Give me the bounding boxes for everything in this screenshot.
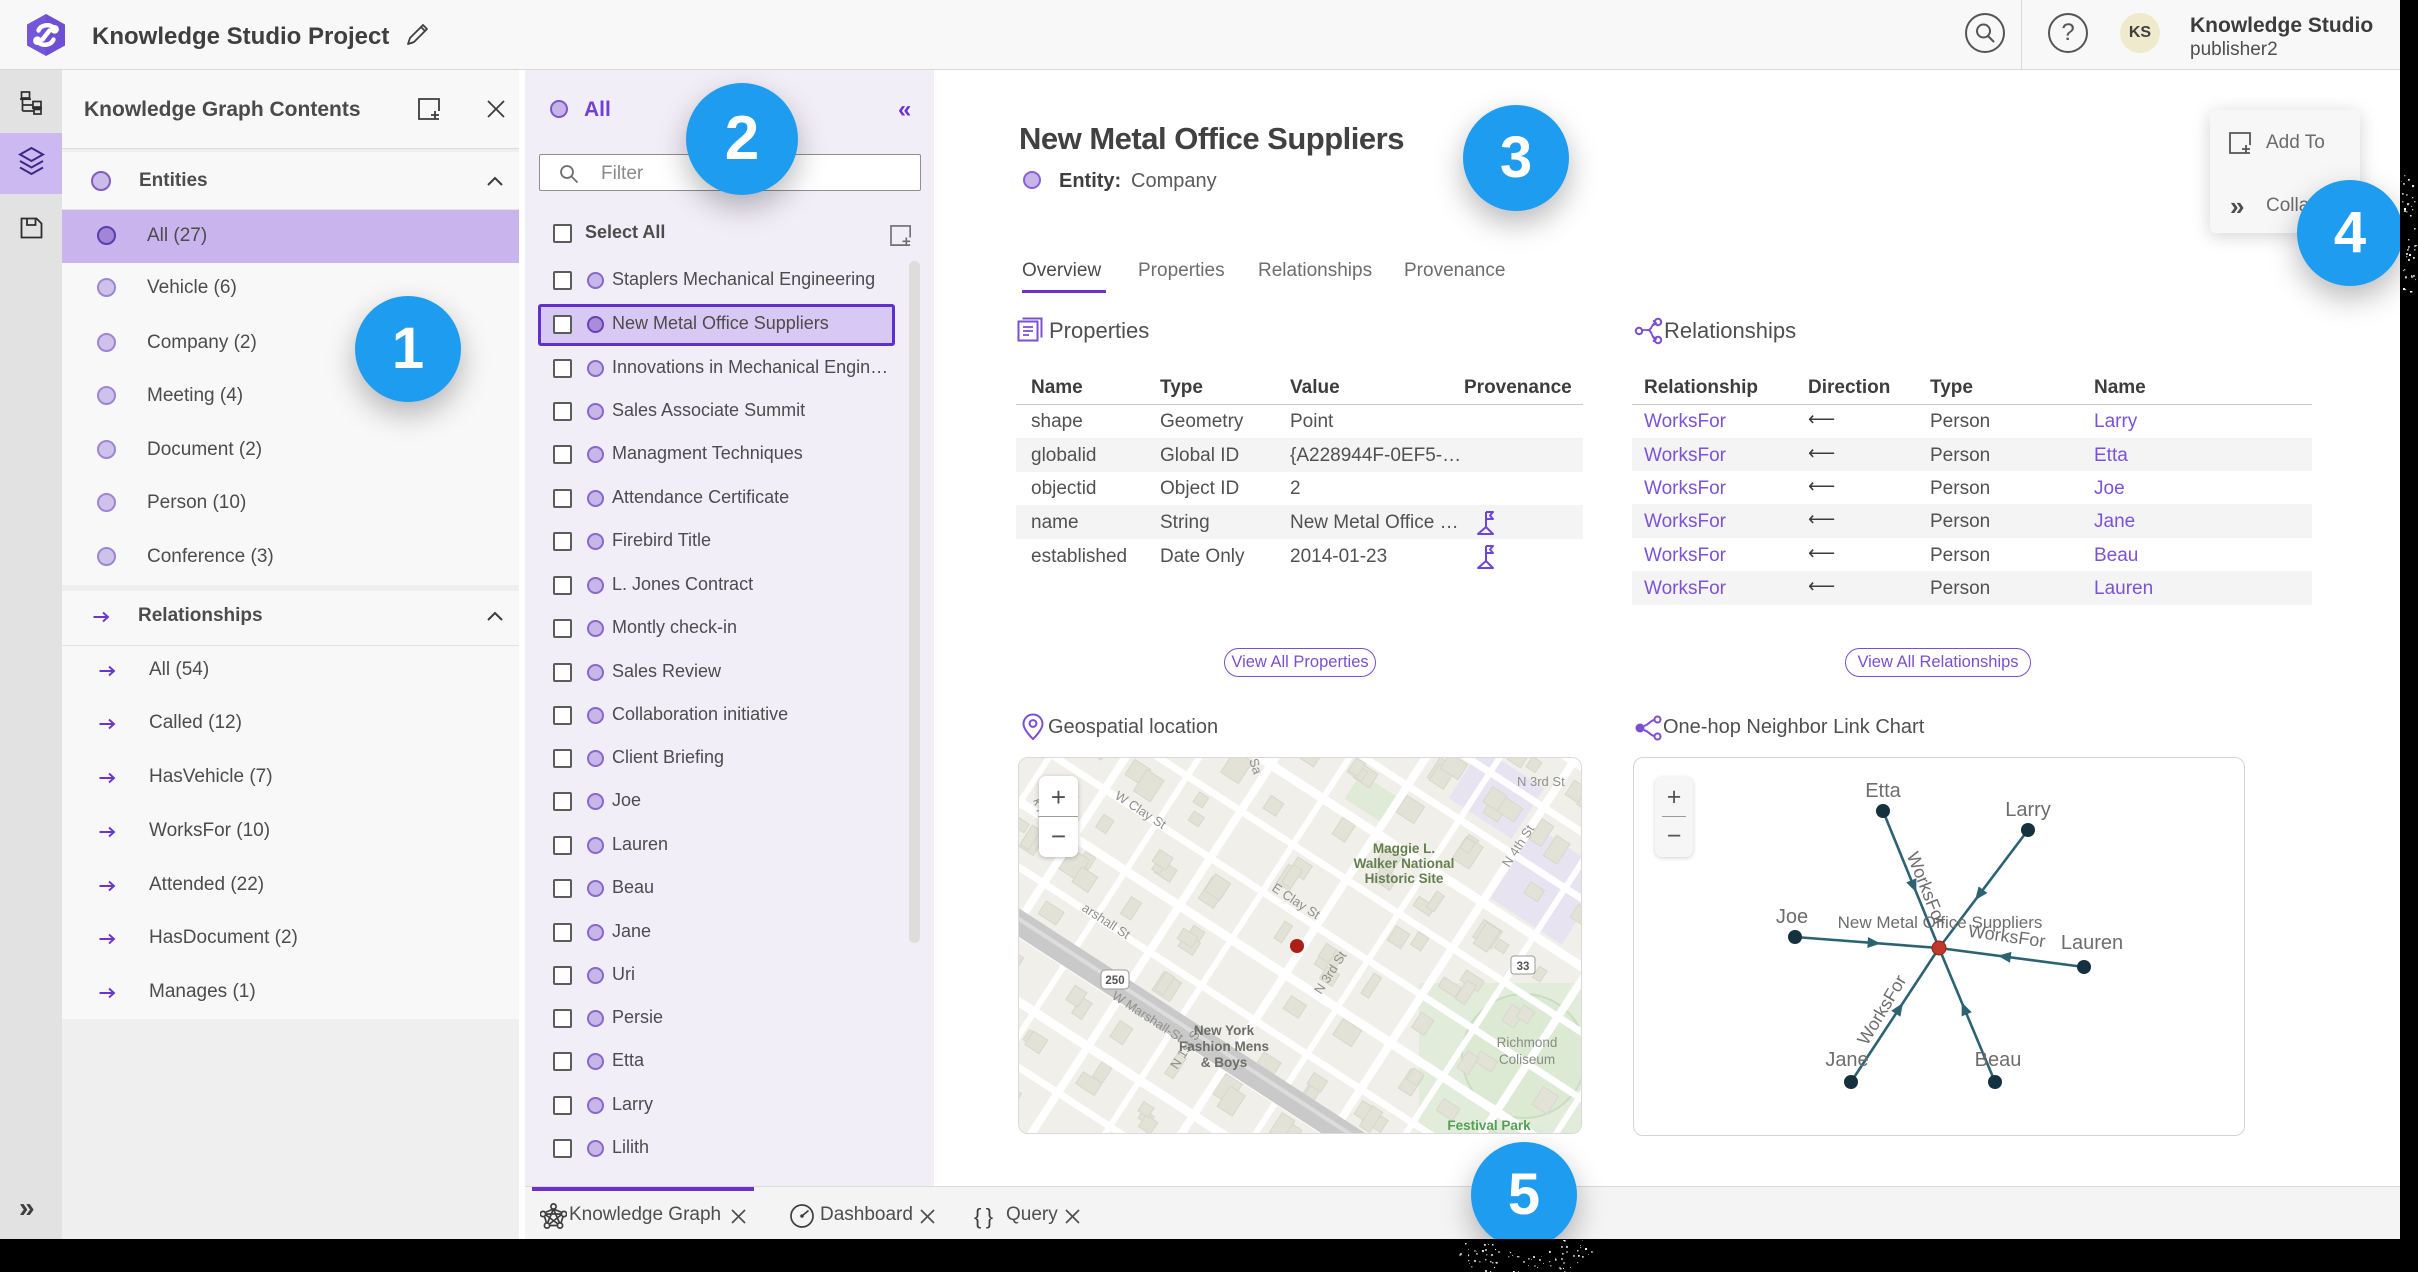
svg-text:250: 250 [1105,975,1124,987]
svg-text:Larry: Larry [2005,799,2051,821]
svg-text:Walker National: Walker National [1354,856,1455,871]
svg-text:33: 33 [1517,961,1530,973]
svg-text:Joe: Joe [1776,906,1808,928]
svg-text:New York: New York [1194,1023,1255,1038]
svg-text:N 3rd St: N 3rd St [1517,774,1565,789]
svg-text:Coliseum: Coliseum [1499,1052,1555,1067]
svg-text:Lauren: Lauren [2061,932,2123,954]
svg-text:Fashion Mens: Fashion Mens [1179,1039,1269,1054]
svg-text:Historic Site: Historic Site [1365,871,1444,886]
svg-text:Jane: Jane [1825,1049,1868,1071]
svg-text:Richmond: Richmond [1497,1035,1558,1050]
svg-text:Etta: Etta [1865,780,1901,802]
svg-text:& Boys: & Boys [1201,1055,1248,1070]
svg-text:Festival Park: Festival Park [1447,1118,1531,1133]
svg-text:Beau: Beau [1975,1049,2022,1071]
svg-text:Maggie L.: Maggie L. [1373,841,1435,856]
